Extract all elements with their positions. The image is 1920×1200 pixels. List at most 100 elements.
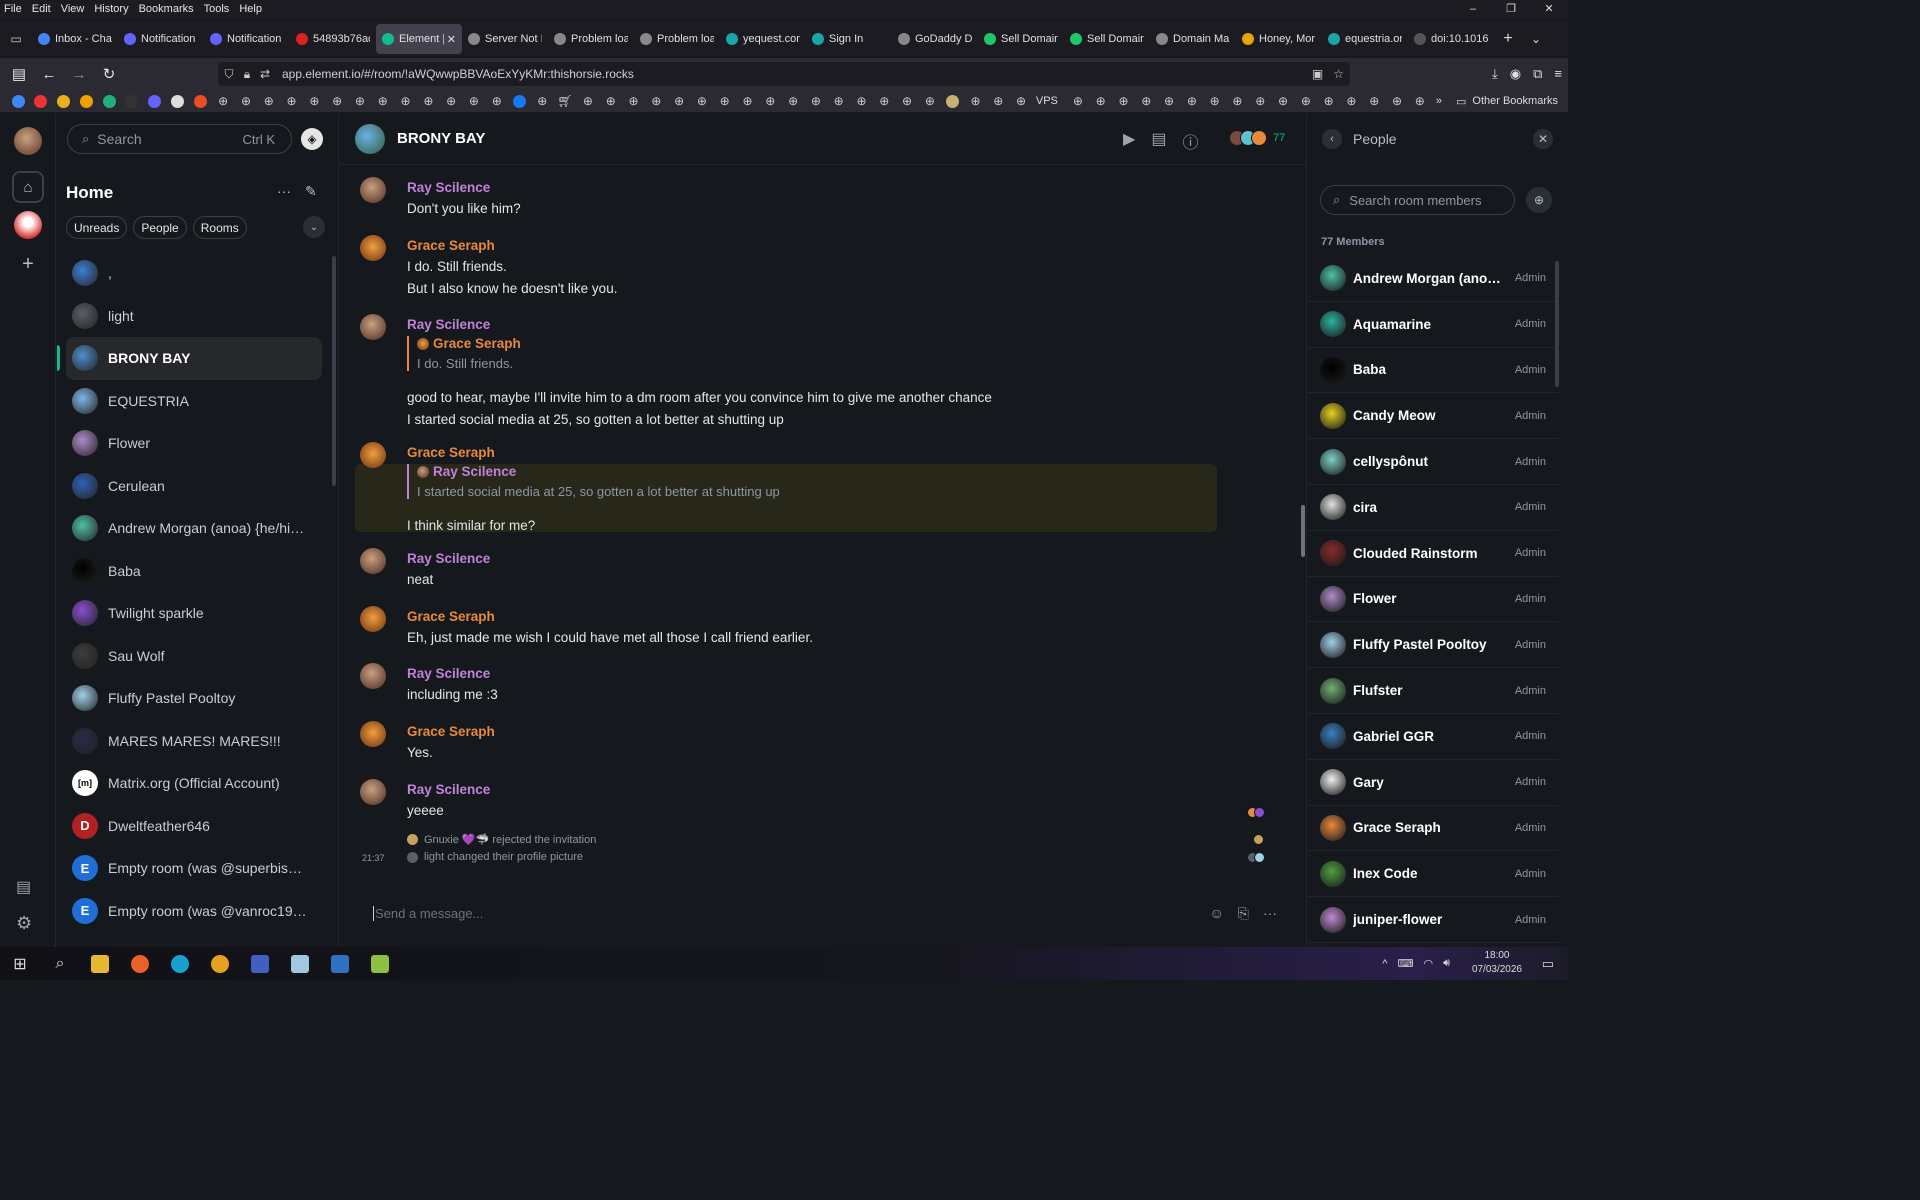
bookmark-icon[interactable]: ⊕ xyxy=(532,94,552,108)
bookmark-icon[interactable] xyxy=(145,94,165,108)
bookmark-icon[interactable]: ⊕ xyxy=(988,94,1008,108)
bookmark-icon[interactable] xyxy=(943,94,963,108)
chrome-icon[interactable] xyxy=(200,947,240,980)
sender-name[interactable]: Ray Scilence xyxy=(407,551,490,566)
member-list-item[interactable]: Inex Code Admin xyxy=(1308,851,1558,898)
search-icon[interactable]: ⌕ xyxy=(40,947,80,980)
bookmark-vps-label[interactable]: VPS xyxy=(1036,95,1058,107)
bookmark-icon[interactable]: ⊕ xyxy=(1136,94,1156,108)
member-list-item[interactable]: Clouded Rainstorm Admin xyxy=(1308,531,1558,577)
member-list-item[interactable]: Andrew Morgan (anoa) ... Admin xyxy=(1308,256,1558,302)
bookmark-icon[interactable]: ⊕ xyxy=(851,94,871,108)
sender-name[interactable]: Ray Scilence xyxy=(407,317,490,332)
reply-quote[interactable]: Grace Seraph I do. Still friends. xyxy=(407,336,521,371)
bookmark-icon[interactable]: ⊕ xyxy=(760,94,780,108)
browser-tab[interactable]: yequest.con xyxy=(720,24,806,54)
member-list-item[interactable]: Candy Meow Admin xyxy=(1308,393,1558,440)
account-icon[interactable]: ◉ xyxy=(1510,66,1521,82)
list-all-tabs-icon[interactable]: ⌄ xyxy=(1522,32,1550,46)
bookmark-icon[interactable]: ⊕ xyxy=(396,94,416,108)
room-list-item[interactable]: EQUESTRIA xyxy=(66,380,322,423)
info-icon[interactable]: ⓘ xyxy=(1182,129,1198,153)
permissions-icon[interactable]: ⇄ xyxy=(254,67,276,81)
bookmark-icon[interactable]: ⊕ xyxy=(874,94,894,108)
bookmark-icon[interactable]: ⊕ xyxy=(897,94,917,108)
sender-name[interactable]: Ray Scilence xyxy=(407,666,490,681)
bookmark-star-icon[interactable]: ☆ xyxy=(1333,67,1344,81)
room-list-item[interactable]: D Dweltfeather646 xyxy=(66,805,322,848)
bookmark-icon[interactable]: ⊕ xyxy=(578,94,598,108)
bookmark-icon[interactable]: ⊕ xyxy=(1227,94,1247,108)
browser-tab[interactable]: Sign In xyxy=(806,24,892,54)
url-bar[interactable]: ⛉ 🔒︎ ⇄ app.element.io/#/room/!aWQwwpBBVA… xyxy=(218,62,1350,86)
member-list-item[interactable]: Baba Admin xyxy=(1308,348,1558,394)
new-tab-button[interactable]: + xyxy=(1494,30,1522,48)
room-list-item[interactable]: , xyxy=(66,252,322,295)
timeline-scrollbar[interactable] xyxy=(1301,505,1305,557)
member-list-scrollbar[interactable] xyxy=(1555,261,1559,387)
bookmark-icon[interactable]: ⊕ xyxy=(1113,94,1133,108)
browser-tab[interactable]: Honey, Mor xyxy=(1236,24,1322,54)
room-list-item[interactable]: MARES MARES! MARES!!! xyxy=(66,720,322,763)
invite-user-icon[interactable]: ⊕ xyxy=(1526,187,1552,213)
browser-tab[interactable]: Element | ✕ xyxy=(376,24,462,54)
bookmark-icon[interactable]: ⊕ xyxy=(1296,94,1316,108)
bookmark-icon[interactable]: ⊕ xyxy=(1341,94,1361,108)
menu-tools[interactable]: Tools xyxy=(199,3,235,15)
browser-tab[interactable]: doi:10.1016/S01 xyxy=(1408,24,1494,54)
bookmark-icon[interactable]: ⊕ xyxy=(738,94,758,108)
bookmark-icon[interactable]: ⊕ xyxy=(350,94,370,108)
plus-icon[interactable]: + xyxy=(18,253,38,276)
tab-list-icon[interactable]: ▭ xyxy=(0,32,32,46)
bookmark-icon[interactable]: ⊕ xyxy=(715,94,735,108)
maximize-button[interactable]: ❐ xyxy=(1492,0,1530,18)
bookmark-icon[interactable]: ⊕ xyxy=(1182,94,1202,108)
bookmark-icon[interactable]: ⊕ xyxy=(646,94,666,108)
room-list-item[interactable]: E Empty room (was @superbison1... xyxy=(66,847,322,890)
message-composer[interactable]: Send a message... ☺ ⎘ ··· xyxy=(355,895,1291,931)
state-event[interactable]: light changed their profile picture xyxy=(407,851,583,863)
compose-icon[interactable]: ✎ xyxy=(305,183,317,200)
browser-tab[interactable]: Problem loa xyxy=(634,24,720,54)
bookmark-icon[interactable]: 🛒︎ xyxy=(555,94,575,108)
volume-icon[interactable]: 🔊︎ xyxy=(1443,957,1450,970)
bookmark-icon[interactable]: ⊕ xyxy=(1410,94,1430,108)
chevron-left-icon[interactable]: ‹ xyxy=(1322,129,1342,149)
bookmark-icon[interactable]: ⊕ xyxy=(304,94,324,108)
bookmark-icon[interactable]: ⊕ xyxy=(1091,94,1111,108)
calculator-icon[interactable] xyxy=(320,947,360,980)
sender-name[interactable]: Ray Scilence xyxy=(407,782,490,797)
member-list-item[interactable]: Grace Seraph Admin xyxy=(1308,806,1558,852)
close-window-button[interactable]: ✕ xyxy=(1530,0,1568,18)
browser-tab[interactable]: Server Not I xyxy=(462,24,548,54)
room-list-scrollbar[interactable] xyxy=(332,256,336,486)
browser-tab[interactable]: Sell Domain xyxy=(1064,24,1150,54)
bookmark-icon[interactable] xyxy=(510,94,530,108)
sender-name[interactable]: Grace Seraph xyxy=(407,238,495,253)
member-list-item[interactable]: Flufster Admin xyxy=(1308,668,1558,714)
sender-avatar[interactable] xyxy=(360,235,386,261)
bookmark-icon[interactable]: ⊕ xyxy=(464,94,484,108)
member-list-item[interactable]: Flower Admin xyxy=(1308,577,1558,623)
clock[interactable]: 18:00 07/03/2026 xyxy=(1472,949,1522,977)
keyboard-icon[interactable]: ⌨ xyxy=(1398,957,1414,970)
close-tab-icon[interactable]: ✕ xyxy=(447,33,456,46)
chevron-down-icon[interactable]: ⌄ xyxy=(303,216,325,238)
other-bookmarks[interactable]: » ▭ Other Bookmarks xyxy=(1436,95,1558,108)
attachment-icon[interactable]: ⎘ xyxy=(1238,905,1249,922)
bookmark-icon[interactable]: ⊕ xyxy=(601,94,621,108)
bookmark-icon[interactable]: ⊕ xyxy=(418,94,438,108)
menu-edit[interactable]: Edit xyxy=(27,3,56,15)
bookmark-icon[interactable]: ⊕ xyxy=(259,94,279,108)
menu-help[interactable]: Help xyxy=(234,3,267,15)
sender-name[interactable]: Grace Seraph xyxy=(407,609,495,624)
bookmark-icon[interactable]: ⊕ xyxy=(1159,94,1179,108)
bookmark-icon[interactable]: ⊕ xyxy=(1068,94,1088,108)
app-icon[interactable] xyxy=(280,947,320,980)
bookmark-icon[interactable]: ⊕ xyxy=(487,94,507,108)
browser-tab[interactable]: Inbox - Cha xyxy=(32,24,118,54)
bookmark-icon[interactable] xyxy=(168,94,188,108)
close-icon[interactable]: ✕ xyxy=(1533,129,1553,149)
reload-button[interactable]: ↻ xyxy=(94,65,124,83)
threads-icon[interactable]: ▤ xyxy=(16,877,31,897)
